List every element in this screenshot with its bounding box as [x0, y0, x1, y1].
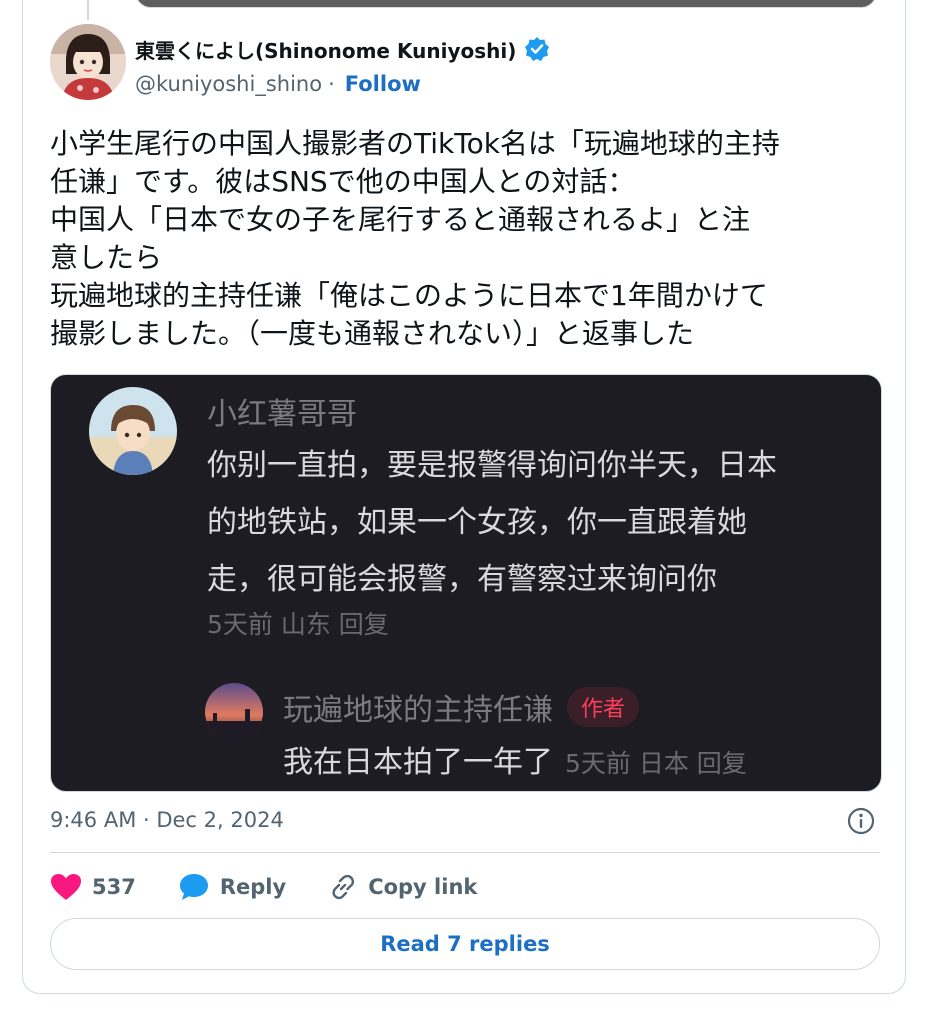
heart-icon — [51, 874, 81, 900]
like-count: 537 — [92, 875, 136, 899]
reply-meta: 5天前 日本 回复 — [565, 749, 747, 778]
link-icon — [332, 874, 355, 900]
tweet-text-line: 中国人「日本で女の子を尾行すると通報されるよ」と注 — [50, 203, 751, 236]
reply-button[interactable]: Reply — [178, 872, 286, 902]
author-display-name[interactable]: 東雲くによし(Shinonome Kuniyoshi) — [135, 35, 516, 64]
tweet-text-line: 撮影しました。（一度も通報されない）」と返事した — [50, 317, 695, 350]
commenter-username: 小红薯哥哥 — [207, 397, 357, 432]
commenter-avatar — [89, 387, 177, 475]
author-name-row[interactable]: 東雲くによし(Shinonome Kuniyoshi) — [135, 32, 550, 66]
read-replies-button[interactable]: Read 7 replies — [50, 918, 880, 970]
author-handle-row: @kuniyoshi_shino · Follow — [135, 68, 421, 100]
info-icon[interactable] — [846, 806, 876, 836]
tweet-text-line: 意したら — [50, 241, 163, 274]
author-avatar[interactable] — [50, 24, 126, 100]
comment-text-line: 的地铁站，如果一个女孩，你一直跟着她 — [207, 505, 747, 540]
author-handle[interactable]: @kuniyoshi_shino — [135, 72, 322, 96]
previous-tweet-media[interactable] — [135, 0, 877, 8]
tweet-text-line: 玩遍地球的主持任谦「俺はこのように日本で1年間かけて — [50, 279, 768, 312]
verified-badge-icon — [524, 36, 550, 62]
reply-text: 我在日本拍了一年了 — [283, 745, 553, 780]
comment-text: 你别一直拍，要是报警得询问你半天，日本 的地铁站，如果一个女孩，你一直跟着她 走… — [207, 437, 867, 608]
replier-row: 玩遍地球的主持任谦 作者 — [283, 685, 640, 729]
follow-button[interactable]: Follow — [345, 72, 421, 96]
separator-dot: · — [328, 72, 335, 96]
tweet-actions: 537 Reply Copy link — [50, 866, 519, 908]
divider — [50, 852, 880, 853]
tweet-text-line: 小学生尾行の中国人撮影者のTikTok名は「玩遍地球的主持 — [50, 127, 780, 160]
comment-text-line: 你别一直拍，要是报警得询问你半天，日本 — [207, 448, 777, 483]
comment-meta: 5天前 山东 回复 — [207, 610, 389, 639]
reply-row: 我在日本拍了一年了 5天前 日本 回复 — [283, 737, 747, 781]
thread-connector-line — [87, 0, 89, 20]
replier-avatar — [205, 683, 263, 741]
like-button[interactable]: 537 — [50, 873, 136, 901]
reply-bubble-icon — [179, 874, 208, 900]
reply-label: Reply — [219, 875, 287, 899]
embedded-screenshot[interactable]: 小红薯哥哥 你别一直拍，要是报警得询问你半天，日本 的地铁站，如果一个女孩，你一… — [50, 374, 882, 792]
tweet-text: 小学生尾行の中国人撮影者のTikTok名は「玩遍地球的主持 任谦」です。彼はSN… — [50, 125, 890, 353]
tweet-text-line: 任谦」です。彼はSNSで他の中国人との対話： — [50, 165, 636, 198]
copy-link-button[interactable]: Copy link — [328, 872, 477, 902]
replier-username: 玩遍地球的主持任谦 — [283, 693, 553, 728]
author-badge: 作者 — [567, 687, 640, 727]
tweet-timestamp[interactable]: 9:46 AM · Dec 2, 2024 — [50, 808, 284, 832]
copy-link-label: Copy link — [368, 875, 478, 899]
comment-text-line: 走，很可能会报警，有警察过来询问你 — [207, 562, 717, 597]
